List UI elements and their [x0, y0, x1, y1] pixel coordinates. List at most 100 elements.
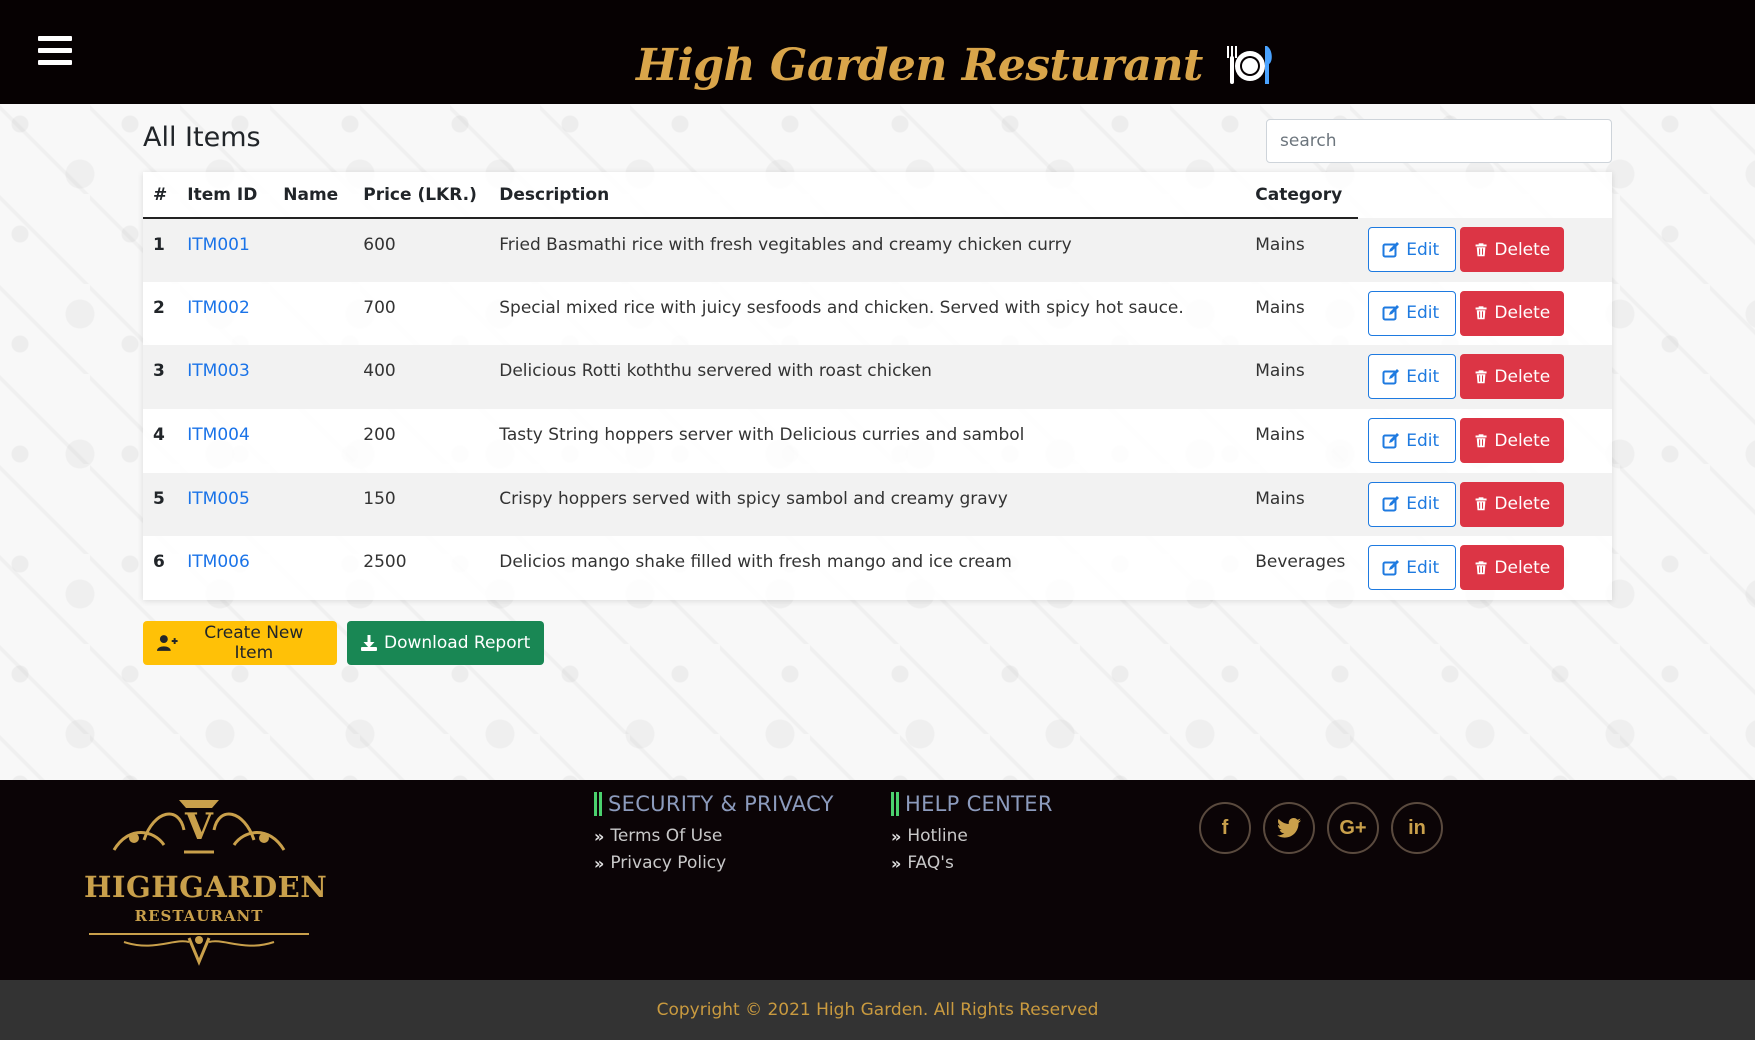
item-description: Delicios mango shake filled with fresh m… [499, 552, 1012, 573]
table-header-row: # Item ID Name Price (LKR.) Description … [143, 172, 1612, 219]
main-content: All Items # Item ID Name Price (LKR.) De… [0, 104, 1755, 780]
linkedin-icon[interactable]: in [1391, 802, 1443, 854]
items-table-card: # Item ID Name Price (LKR.) Description … [143, 172, 1612, 600]
download-report-label: Download Report [384, 633, 531, 653]
item-category: Mains [1255, 488, 1305, 509]
privacy-policy-link[interactable]: » Privacy Policy [594, 852, 834, 874]
column-header-price: Price (LKR.) [353, 172, 490, 219]
trash-icon [1475, 497, 1487, 511]
top-header: High Garden Resturant [0, 0, 1755, 104]
delete-button-label: Delete [1494, 494, 1551, 515]
edit-button-label: Edit [1406, 494, 1440, 515]
edit-button[interactable]: Edit [1368, 545, 1457, 591]
copyright-text: Copyright © 2021 High Garden. All Rights… [656, 1000, 1099, 1020]
security-privacy-section: SECURITY & PRIVACY » Terms Of Use » Priv… [594, 788, 834, 874]
item-id-link[interactable]: ITM004 [177, 409, 273, 473]
item-id-link[interactable]: ITM006 [177, 536, 273, 600]
brand: High Garden Resturant [636, 30, 1275, 100]
trash-icon [1475, 370, 1487, 384]
logo-subtitle: RESTAURANT [134, 907, 264, 925]
column-header-actions [1358, 172, 1612, 218]
delete-button[interactable]: Delete [1460, 418, 1565, 464]
item-description: Fried Basmathi rice with fresh vegitable… [499, 235, 1072, 255]
row-actions: Edit Delete [1358, 409, 1612, 473]
double-chevron-right-icon: » [594, 853, 605, 873]
item-id-link[interactable]: ITM002 [177, 282, 273, 346]
item-name [273, 282, 353, 346]
item-price: 150 [363, 488, 396, 509]
hotline-link[interactable]: » Hotline [891, 825, 1053, 847]
create-new-item-button[interactable]: Create New Item [143, 621, 337, 665]
item-description: Crispy hoppers served with spicy sambol … [499, 488, 1008, 509]
item-category: Mains [1255, 425, 1305, 446]
delete-button-label: Delete [1494, 430, 1551, 451]
page-title: All Items [143, 122, 261, 153]
item-category: Mains [1255, 235, 1305, 255]
item-category: Mains [1255, 297, 1305, 318]
edit-button-label: Edit [1406, 366, 1440, 387]
row-actions: Edit Delete [1358, 473, 1612, 537]
edit-button[interactable]: Edit [1368, 481, 1457, 527]
delete-button[interactable]: Delete [1460, 227, 1565, 272]
item-price: 700 [363, 297, 396, 318]
table-row: 6 ITM006 2500 Delicios mango shake fille… [143, 536, 1612, 600]
delete-button[interactable]: Delete [1460, 481, 1565, 527]
logo-name: HIGHGARDEN [84, 870, 328, 904]
double-chevron-right-icon: » [594, 826, 605, 846]
edit-icon [1382, 368, 1400, 385]
hamburger-menu-icon[interactable] [38, 36, 72, 66]
delete-button[interactable]: Delete [1460, 545, 1565, 591]
row-actions: Edit Delete [1358, 218, 1612, 282]
logo-flourish-icon [89, 933, 309, 966]
item-id-link[interactable]: ITM005 [177, 473, 273, 537]
row-number: 5 [153, 488, 165, 509]
help-center-title: HELP CENTER [905, 792, 1053, 816]
item-description: Delicious Rotti koththu servered with ro… [499, 361, 932, 382]
edit-button[interactable]: Edit [1368, 290, 1457, 336]
row-number: 4 [153, 425, 165, 446]
search-input[interactable] [1266, 119, 1612, 163]
item-description: Special mixed rice with juicy sesfoods a… [499, 297, 1184, 318]
footer: V HIGHGARDEN RESTAURANT SECURITY & PRIVA… [0, 780, 1755, 980]
download-report-button[interactable]: Download Report [347, 621, 544, 665]
heading-accent-bar [891, 792, 899, 816]
delete-button-label: Delete [1494, 366, 1551, 387]
trash-icon [1475, 561, 1487, 575]
edit-button-label: Edit [1406, 430, 1440, 451]
edit-button[interactable]: Edit [1368, 418, 1457, 464]
edit-icon [1382, 559, 1400, 576]
add-user-icon [156, 635, 178, 651]
delete-button-label: Delete [1494, 303, 1551, 324]
column-header-category: Category [1245, 172, 1359, 219]
row-actions: Edit Delete [1358, 536, 1612, 600]
item-id-link[interactable]: ITM003 [177, 345, 273, 409]
delete-button[interactable]: Delete [1460, 354, 1565, 400]
item-description: Tasty String hoppers server with Delicio… [499, 425, 1025, 446]
terms-of-use-link[interactable]: » Terms Of Use [594, 825, 834, 847]
twitter-icon[interactable] [1263, 802, 1315, 854]
plate-cutlery-icon [1226, 46, 1272, 84]
table-row: 3 ITM003 400 Delicious Rotti koththu ser… [143, 345, 1612, 410]
item-price: 200 [363, 425, 396, 446]
edit-button[interactable]: Edit [1368, 354, 1457, 400]
security-privacy-title: SECURITY & PRIVACY [608, 792, 834, 816]
download-icon [361, 635, 377, 651]
faq-link[interactable]: » FAQ's [891, 852, 1053, 874]
table-row: 5 ITM005 150 Crispy hoppers served with … [143, 472, 1612, 537]
google-plus-icon[interactable]: G+ [1327, 802, 1379, 854]
edit-button[interactable]: Edit [1368, 227, 1457, 272]
row-number: 1 [153, 235, 165, 255]
delete-button-label: Delete [1494, 557, 1551, 578]
facebook-icon[interactable]: f [1199, 802, 1251, 854]
column-header-item-id: Item ID [177, 172, 274, 219]
row-number: 3 [153, 361, 165, 382]
row-number: 6 [153, 552, 165, 573]
brand-title: High Garden Resturant [636, 39, 1203, 91]
delete-button[interactable]: Delete [1460, 290, 1565, 336]
item-name [273, 409, 353, 473]
item-price: 400 [363, 361, 396, 382]
table-row: 1 ITM001 600 Fried Basmathi rice with fr… [143, 218, 1612, 282]
copyright-bar: Copyright © 2021 High Garden. All Rights… [0, 980, 1755, 1040]
item-id-link[interactable]: ITM001 [177, 218, 273, 282]
table-row: 4 ITM004 200 Tasty String hoppers server… [143, 409, 1612, 473]
